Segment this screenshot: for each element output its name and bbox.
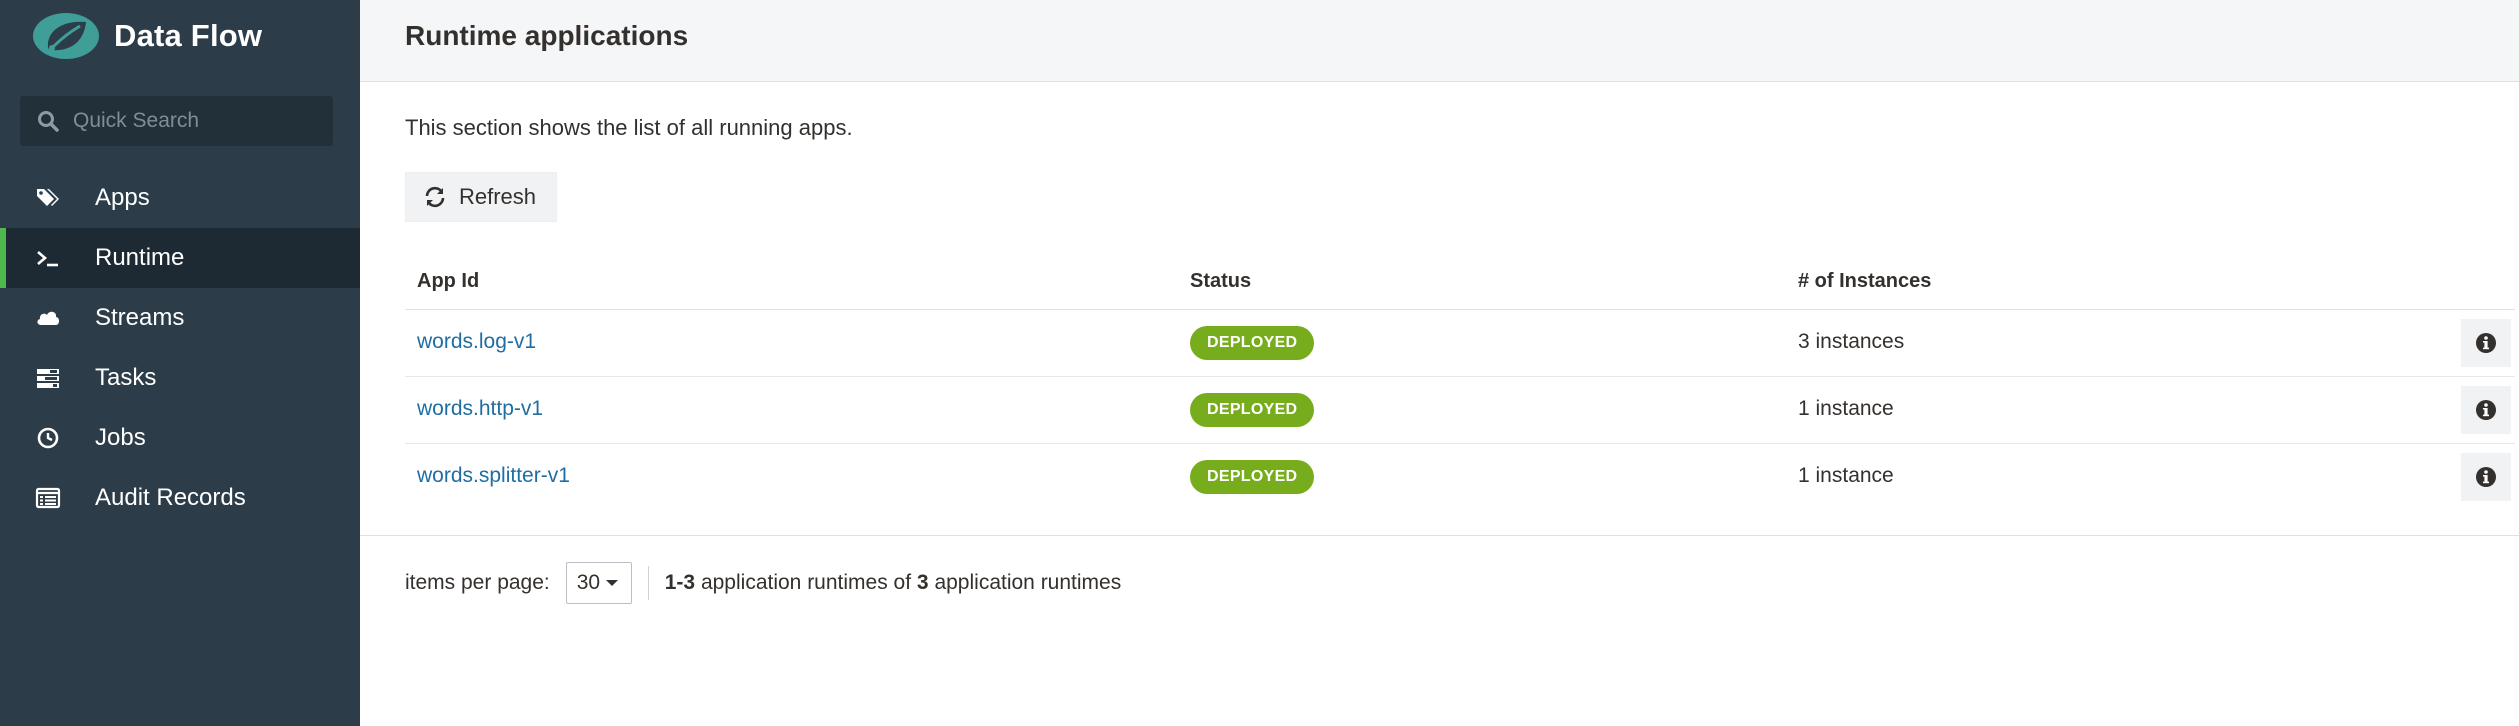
sidebar-item-label: Jobs <box>95 424 146 451</box>
app-id-link[interactable]: words.splitter-v1 <box>417 464 570 487</box>
section-description: This section shows the list of all runni… <box>405 115 853 140</box>
cloud-icon <box>35 305 61 331</box>
info-circle-icon <box>2476 333 2496 353</box>
column-header-app-id[interactable]: App Id <box>417 270 479 293</box>
instances-count: 3 instances <box>1798 330 1905 353</box>
status-badge: DEPLOYED <box>1190 393 1315 427</box>
caret-down-icon <box>606 580 619 586</box>
app-details-button[interactable] <box>2461 386 2511 434</box>
search-icon <box>38 111 59 132</box>
pagination-text-middle: application runtimes of <box>700 571 912 594</box>
sidebar-item-jobs[interactable]: Jobs <box>0 408 360 468</box>
pagination-summary: 1-3 application runtimes of 3 applicatio… <box>665 571 1121 595</box>
app-id-link[interactable]: words.log-v1 <box>417 330 536 353</box>
brand[interactable]: Data Flow <box>32 12 262 60</box>
pagination: items per page: 30 1-3 application runti… <box>405 562 1121 604</box>
refresh-icon <box>425 186 445 208</box>
refresh-label: Refresh <box>459 184 537 209</box>
sidebar: Data Flow Apps <box>0 0 360 726</box>
table-row: words.splitter-v1 DEPLOYED 1 instance <box>405 444 2515 511</box>
app-details-button[interactable] <box>2461 453 2511 501</box>
column-header-instances[interactable]: # of Instances <box>1798 270 1931 293</box>
table-row: words.http-v1 DEPLOYED 1 instance <box>405 377 2515 444</box>
info-circle-icon <box>2476 467 2496 487</box>
info-circle-icon <box>2476 400 2496 420</box>
tags-icon <box>35 185 61 211</box>
items-per-page-value: 30 <box>576 571 601 594</box>
sidebar-item-label: Audit Records <box>95 484 246 511</box>
spring-leaf-logo-icon <box>33 13 99 59</box>
table-header: App Id Status # of Instances <box>405 256 2515 310</box>
pagination-total: 3 <box>916 571 929 594</box>
sidebar-item-apps[interactable]: Apps <box>0 168 360 228</box>
runtime-apps-table: App Id Status # of Instances words.log-v… <box>405 256 2515 511</box>
list-alt-icon <box>35 485 61 511</box>
page-header: Runtime applications <box>360 0 2519 82</box>
sidebar-item-label: Runtime <box>95 244 185 271</box>
instances-count: 1 instance <box>1798 397 1894 420</box>
tasks-icon <box>35 365 61 391</box>
items-per-page-select[interactable]: 30 <box>565 562 632 604</box>
app-id-link[interactable]: words.http-v1 <box>417 397 543 420</box>
status-badge: DEPLOYED <box>1190 460 1315 494</box>
column-header-status[interactable]: Status <box>1190 270 1251 293</box>
refresh-button[interactable]: Refresh <box>405 172 557 222</box>
table-row: words.log-v1 DEPLOYED 3 instances <box>405 310 2515 377</box>
pager-divider-line <box>360 535 2519 536</box>
instances-count: 1 instance <box>1798 464 1894 487</box>
sidebar-item-label: Apps <box>95 184 150 211</box>
page-title: Runtime applications <box>405 20 689 51</box>
sidebar-item-audit-records[interactable]: Audit Records <box>0 468 360 528</box>
terminal-icon <box>35 245 61 271</box>
sidebar-item-label: Streams <box>95 304 185 331</box>
sidebar-item-streams[interactable]: Streams <box>0 288 360 348</box>
pagination-range: 1-3 <box>664 571 696 594</box>
items-per-page-label: items per page: <box>405 571 550 594</box>
brand-title: Data Flow <box>114 18 263 53</box>
app-details-button[interactable] <box>2461 319 2511 367</box>
pagination-text-end: application runtimes <box>934 571 1122 594</box>
pager-separator <box>647 566 649 600</box>
status-badge: DEPLOYED <box>1190 326 1315 360</box>
sidebar-nav: Apps Runtime Streams Tasks Jobs Audit Re… <box>0 168 360 528</box>
sidebar-item-tasks[interactable]: Tasks <box>0 348 360 408</box>
sidebar-item-runtime[interactable]: Runtime <box>0 228 360 288</box>
search-input[interactable] <box>73 109 313 133</box>
sidebar-item-label: Tasks <box>95 364 157 391</box>
quick-search[interactable] <box>20 96 333 146</box>
clock-icon <box>35 425 61 451</box>
